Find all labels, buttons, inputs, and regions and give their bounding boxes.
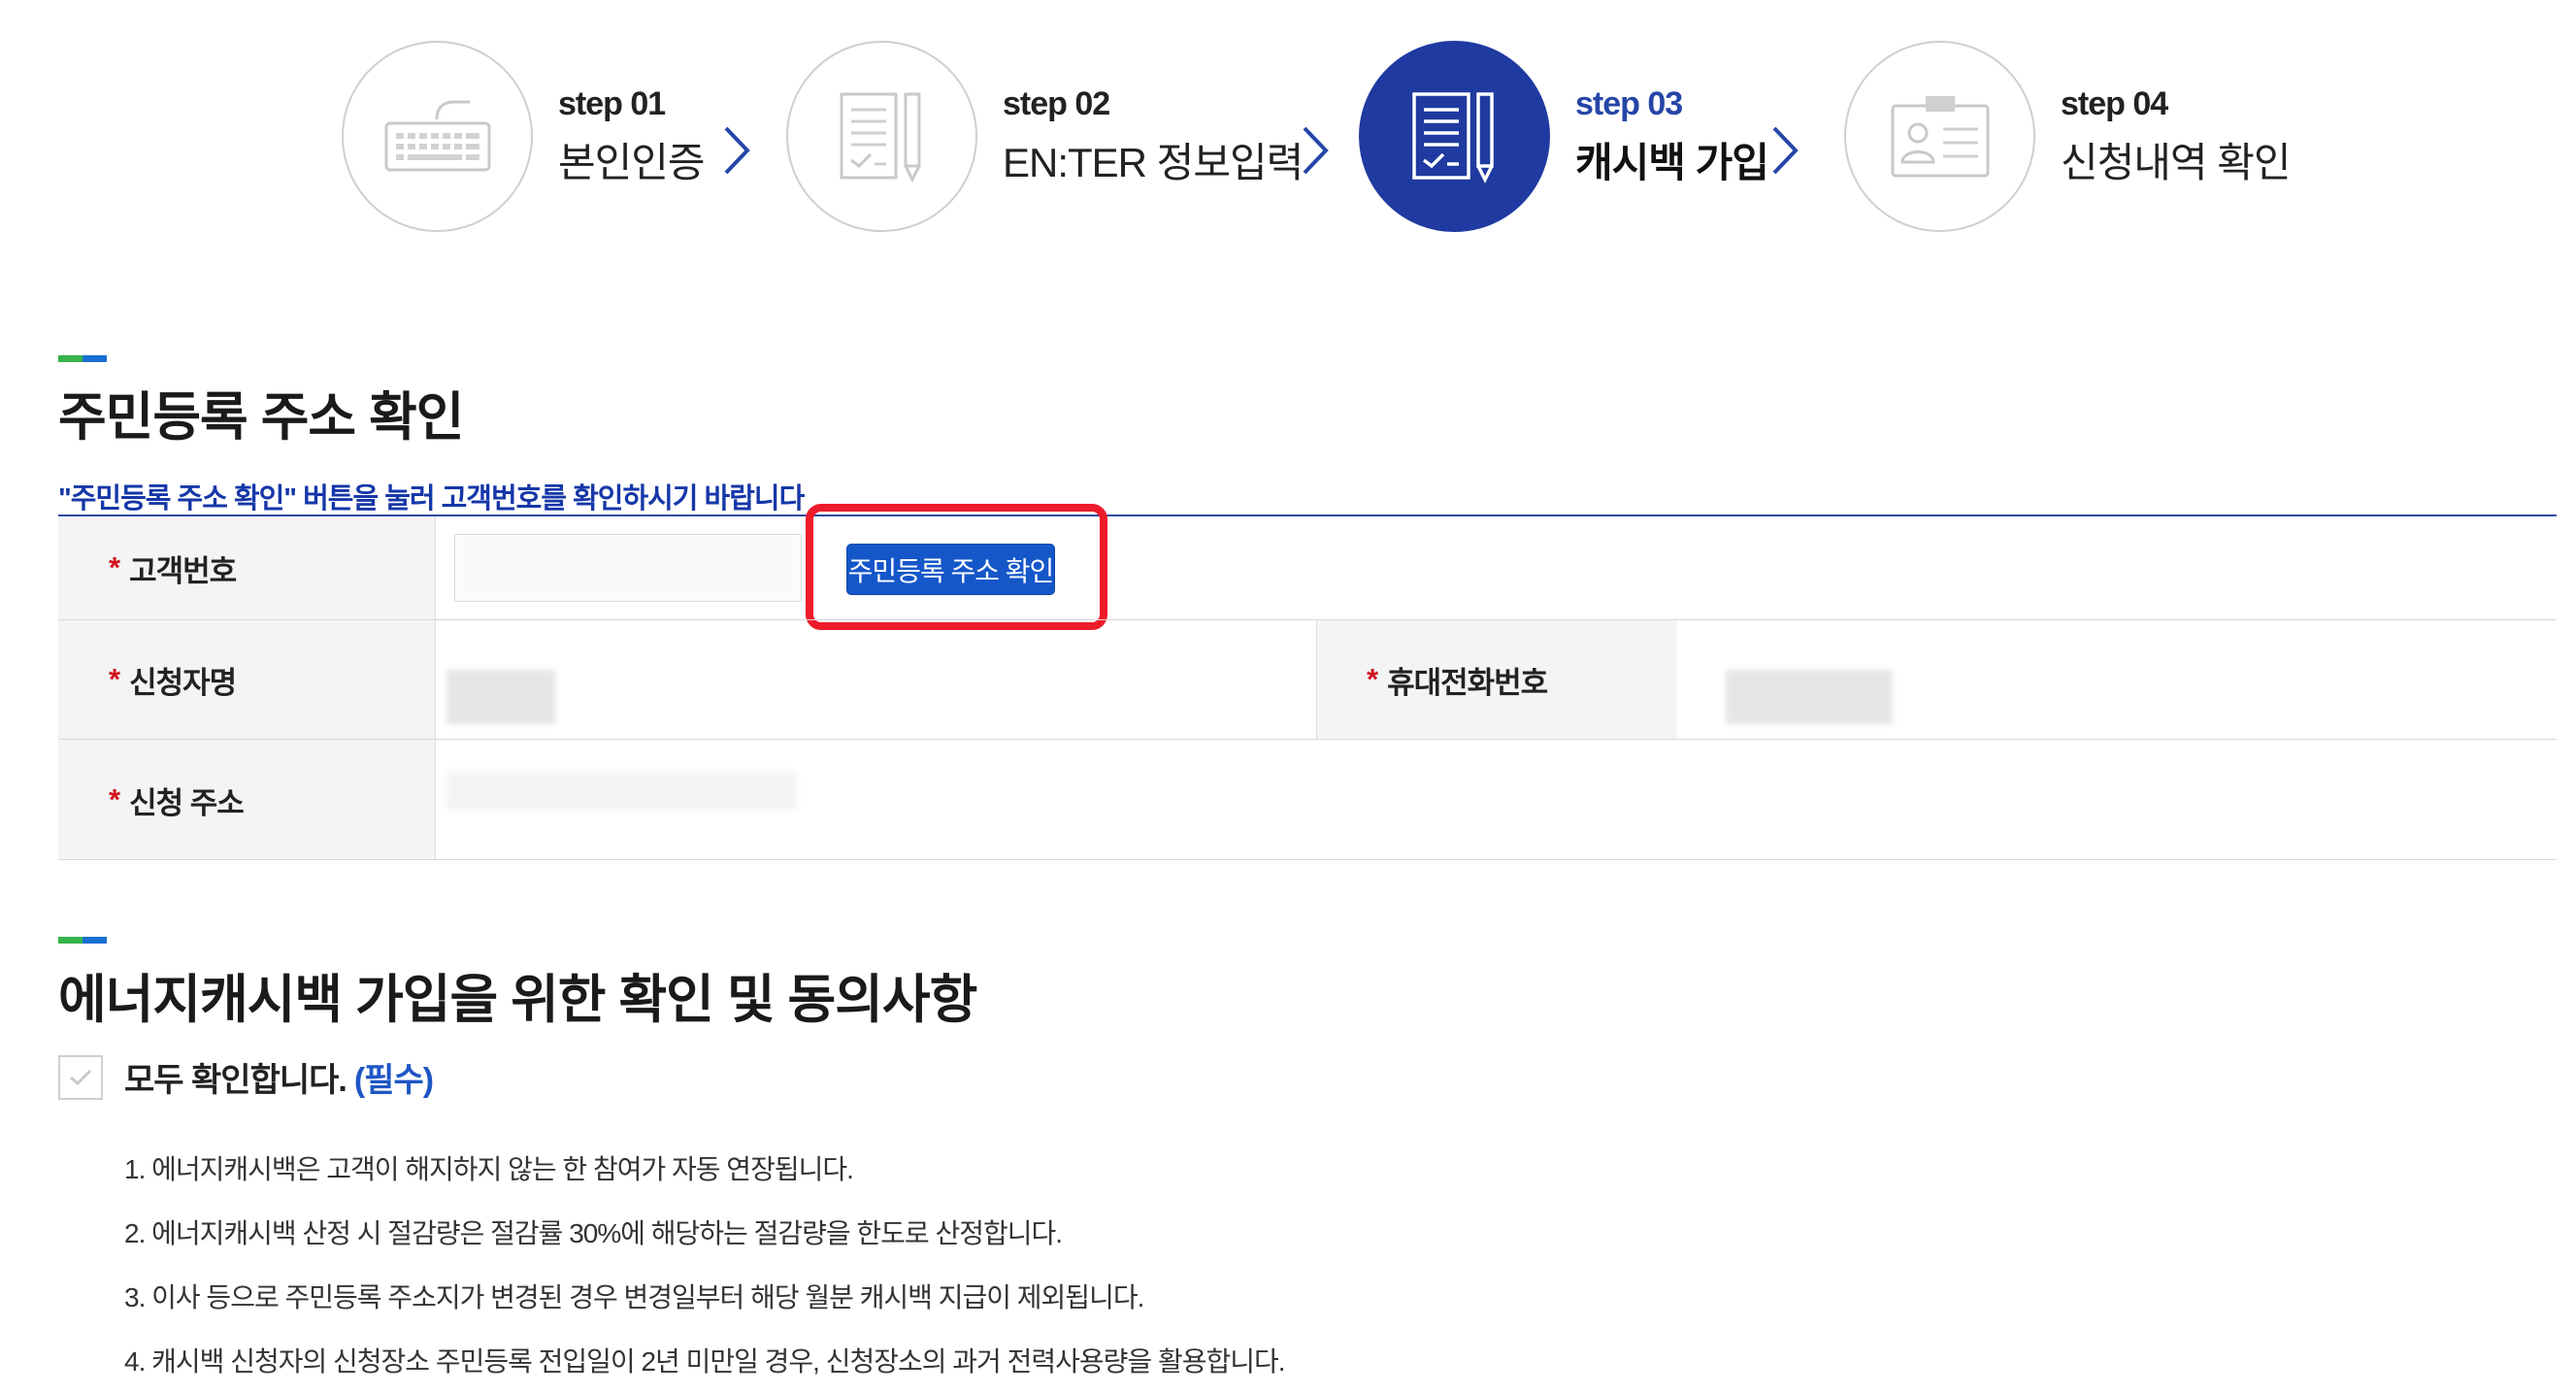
address-confirm-button[interactable]: 주민등록 주소 확인 <box>846 544 1055 595</box>
required-tag: (필수) <box>353 1062 434 1099</box>
phone-label: * 휴대전화번호 <box>1316 620 1677 739</box>
address-section-title: 주민등록 주소 확인 <box>58 388 464 447</box>
required-mark: * <box>109 662 120 696</box>
customer-number-input[interactable] <box>454 534 802 602</box>
step-1-label: 본인인증 <box>558 140 706 185</box>
required-mark: * <box>1367 662 1378 696</box>
applicant-name-value <box>446 670 555 724</box>
term-item: 1. 에너지캐시백은 고객이 해지하지 않는 한 참여가 자동 연장됩니다. <box>124 1154 854 1184</box>
address-value <box>446 771 796 810</box>
step-2-circle <box>786 41 977 232</box>
section-marker <box>58 355 107 362</box>
step-3-label: 캐시백 가입 <box>1575 140 1769 185</box>
step-1-number: step 01 <box>558 85 666 122</box>
term-item: 4. 캐시백 신청자의 신청장소 주민등록 전입일이 2년 미만일 경우, 신청… <box>124 1346 1286 1377</box>
address-form-table: * 고객번호 주민등록 주소 확인 * 신청자명 * 휴대전화번호 * 신청 주… <box>58 504 2557 860</box>
agree-all-row[interactable]: 모두 확인합니다. (필수) <box>58 1053 434 1101</box>
column-divider <box>1316 620 1317 739</box>
phone-value <box>1726 670 1893 724</box>
agree-all-label[interactable]: 모두 확인합니다. <box>124 1053 347 1101</box>
step-4-number: step 04 <box>2061 85 2168 122</box>
chevron-right-icon <box>1303 126 1329 175</box>
step-4-label: 신청내역 확인 <box>2061 140 2292 185</box>
step-4-circle <box>1844 41 2035 232</box>
required-mark: * <box>109 550 120 584</box>
address-label-text: 신청 주소 <box>129 785 245 820</box>
id-card-icon <box>1891 95 1989 177</box>
section-marker <box>58 937 107 944</box>
agreement-section-title: 에너지캐시백 가입을 위한 확인 및 동의사항 <box>58 971 977 1029</box>
required-mark: * <box>109 782 120 816</box>
step-2-label: EN:TER 정보입력 <box>1003 140 1304 185</box>
step-3-number: step 03 <box>1575 85 1683 122</box>
document-check-pencil-icon <box>1411 91 1494 183</box>
chevron-right-icon <box>1772 126 1799 175</box>
checkmark-icon <box>70 1069 92 1085</box>
terms-list: 1. 에너지캐시백은 고객이 해지하지 않는 한 참여가 자동 연장됩니다. 2… <box>124 1138 1286 1394</box>
step-2-number: step 02 <box>1003 85 1110 122</box>
step-1-circle <box>342 41 533 232</box>
agree-all-checkbox[interactable] <box>58 1054 103 1100</box>
applicant-name-label: * 신청자명 <box>58 620 435 739</box>
row-divider <box>58 859 2557 860</box>
step-3-circle <box>1359 41 1550 232</box>
customer-number-label: * 고객번호 <box>58 516 435 619</box>
column-divider <box>435 516 436 860</box>
applicant-name-label-text: 신청자명 <box>129 665 237 700</box>
chevron-right-icon <box>724 126 750 175</box>
keyboard-icon <box>384 100 490 171</box>
address-notice: "주민등록 주소 확인" 버튼을 눌러 고객번호를 확인하시기 바랍니다 <box>58 483 805 514</box>
phone-label-text: 휴대전화번호 <box>1387 665 1548 700</box>
address-label: * 신청 주소 <box>58 740 435 860</box>
document-pencil-icon <box>840 92 920 183</box>
term-item: 2. 에너지캐시백 산정 시 절감량은 절감률 30%에 해당하는 절감량을 한… <box>124 1218 1063 1248</box>
term-item: 3. 이사 등으로 주민등록 주소지가 변경된 경우 변경일부터 해당 월분 캐… <box>124 1282 1144 1312</box>
customer-number-label-text: 고객번호 <box>129 553 237 588</box>
